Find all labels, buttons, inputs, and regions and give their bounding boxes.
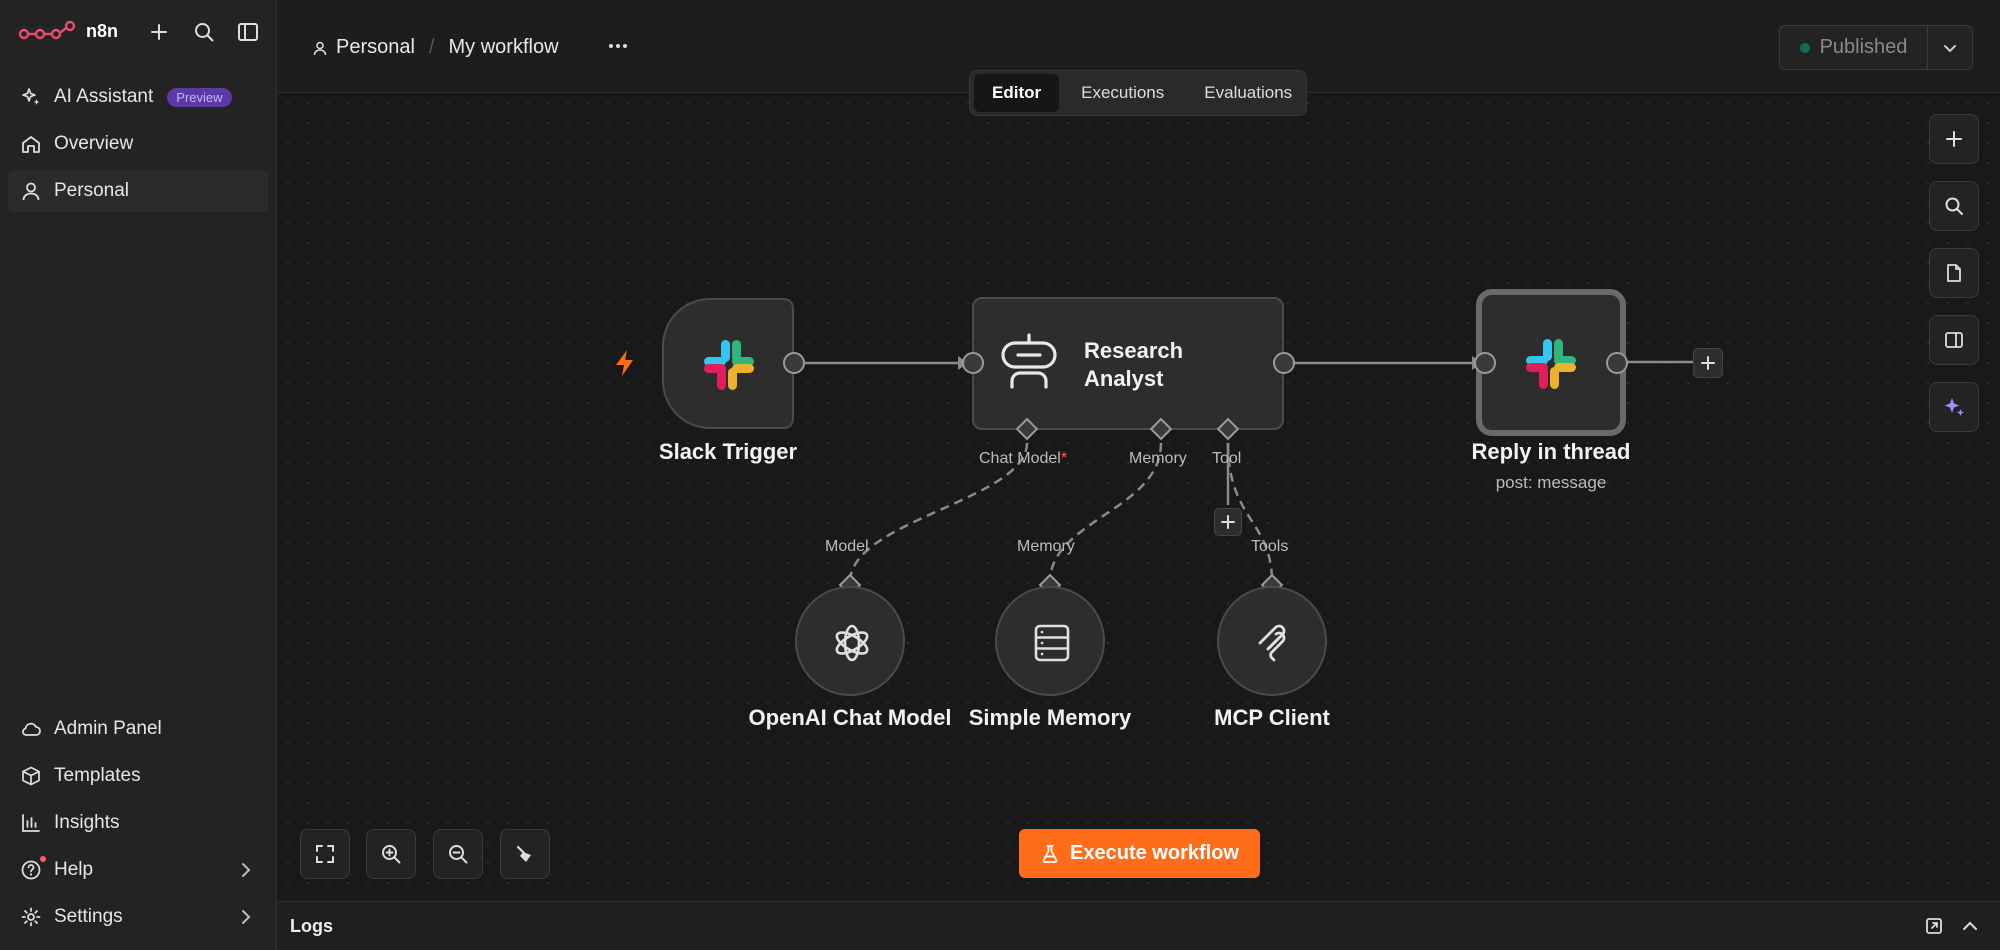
zoom-in-button[interactable] xyxy=(366,829,416,879)
chat-model-text: Chat Model xyxy=(979,450,1061,467)
flask-icon xyxy=(1042,844,1058,863)
slack-trigger-node[interactable] xyxy=(662,298,794,429)
execute-workflow-label: Execute workflow xyxy=(1070,842,1239,864)
popout-icon xyxy=(1926,918,1942,934)
reply-in-thread-subtitle: post: message xyxy=(1495,473,1607,492)
zoom-out-button[interactable] xyxy=(433,829,483,879)
simple-memory-node[interactable] xyxy=(995,586,1105,696)
toggle-panel-button[interactable] xyxy=(1929,315,1979,365)
add-node-panel-button[interactable] xyxy=(1929,114,1979,164)
view-tabs: Editor Executions Evaluations xyxy=(969,70,1307,116)
reply-in-thread-label: Reply in thread xyxy=(1471,439,1631,464)
slack-icon xyxy=(704,340,754,390)
robot-icon xyxy=(1001,333,1057,389)
memory-port-label: Memory xyxy=(1129,450,1187,467)
plus-icon xyxy=(1701,356,1715,370)
panel-right-icon xyxy=(1945,332,1963,348)
mcp-icon xyxy=(1258,624,1286,662)
sparkles-icon xyxy=(1944,398,1964,416)
reply-in-thread-node[interactable] xyxy=(1476,289,1626,436)
agent-title-line2: Analyst xyxy=(1084,366,1164,391)
logs-popout-button[interactable] xyxy=(1924,916,1944,941)
add-tool-button[interactable] xyxy=(1214,508,1242,536)
execute-workflow-button[interactable]: Execute workflow xyxy=(1019,829,1260,878)
output-handle[interactable] xyxy=(1273,352,1295,374)
connections-layer xyxy=(794,356,1696,583)
zoom-out-icon xyxy=(449,845,468,864)
ai-assistant-button[interactable] xyxy=(1929,382,1979,432)
research-analyst-node[interactable]: Research Analyst xyxy=(972,297,1284,430)
logs-expand-button[interactable] xyxy=(1960,916,1980,941)
tools-port-label: Tools xyxy=(1251,538,1289,555)
fit-view-button[interactable] xyxy=(300,829,350,879)
output-handle[interactable] xyxy=(1606,352,1628,374)
sticky-note-icon xyxy=(1947,264,1961,282)
chat-model-port-label: Chat Model* xyxy=(979,450,1067,468)
memory-sub-port-label: Memory xyxy=(1017,538,1075,555)
database-icon xyxy=(1034,624,1070,662)
agent-title-line1: Research xyxy=(1084,338,1184,363)
agent-title: Research Analyst xyxy=(1084,337,1183,393)
openai-chat-model-node[interactable] xyxy=(795,586,905,696)
fit-view-icon xyxy=(316,845,334,863)
openai-icon xyxy=(835,624,869,662)
broom-icon xyxy=(516,845,531,862)
slack-trigger-label: Slack Trigger xyxy=(658,439,798,464)
mcp-client-node[interactable] xyxy=(1217,586,1327,696)
tab-executions[interactable]: Executions xyxy=(1063,74,1182,112)
logs-title: Logs xyxy=(290,916,333,936)
tidy-up-button[interactable] xyxy=(500,829,550,879)
output-handle[interactable] xyxy=(783,352,805,374)
tool-port-label: Tool xyxy=(1212,450,1242,467)
plus-icon xyxy=(1221,515,1235,529)
search-icon xyxy=(1945,197,1963,215)
add-node-button[interactable] xyxy=(1693,348,1723,378)
tab-editor[interactable]: Editor xyxy=(974,74,1060,112)
trigger-bolt-icon xyxy=(616,350,633,376)
mcp-client-label: MCP Client xyxy=(1214,705,1330,730)
input-handle[interactable] xyxy=(962,352,984,374)
required-mark: * xyxy=(1060,450,1068,467)
sticky-note-button[interactable] xyxy=(1929,248,1979,298)
slack-icon xyxy=(1526,339,1576,389)
simple-memory-label: Simple Memory xyxy=(968,705,1132,730)
search-nodes-button[interactable] xyxy=(1929,181,1979,231)
logs-panel[interactable]: Logs xyxy=(278,901,2000,950)
input-handle[interactable] xyxy=(1474,352,1496,374)
chevron-up-icon xyxy=(1963,921,1977,930)
zoom-in-icon xyxy=(382,845,401,864)
tab-evaluations[interactable]: Evaluations xyxy=(1186,74,1310,112)
plus-icon xyxy=(1946,131,1962,147)
model-port-label: Model xyxy=(825,538,869,555)
